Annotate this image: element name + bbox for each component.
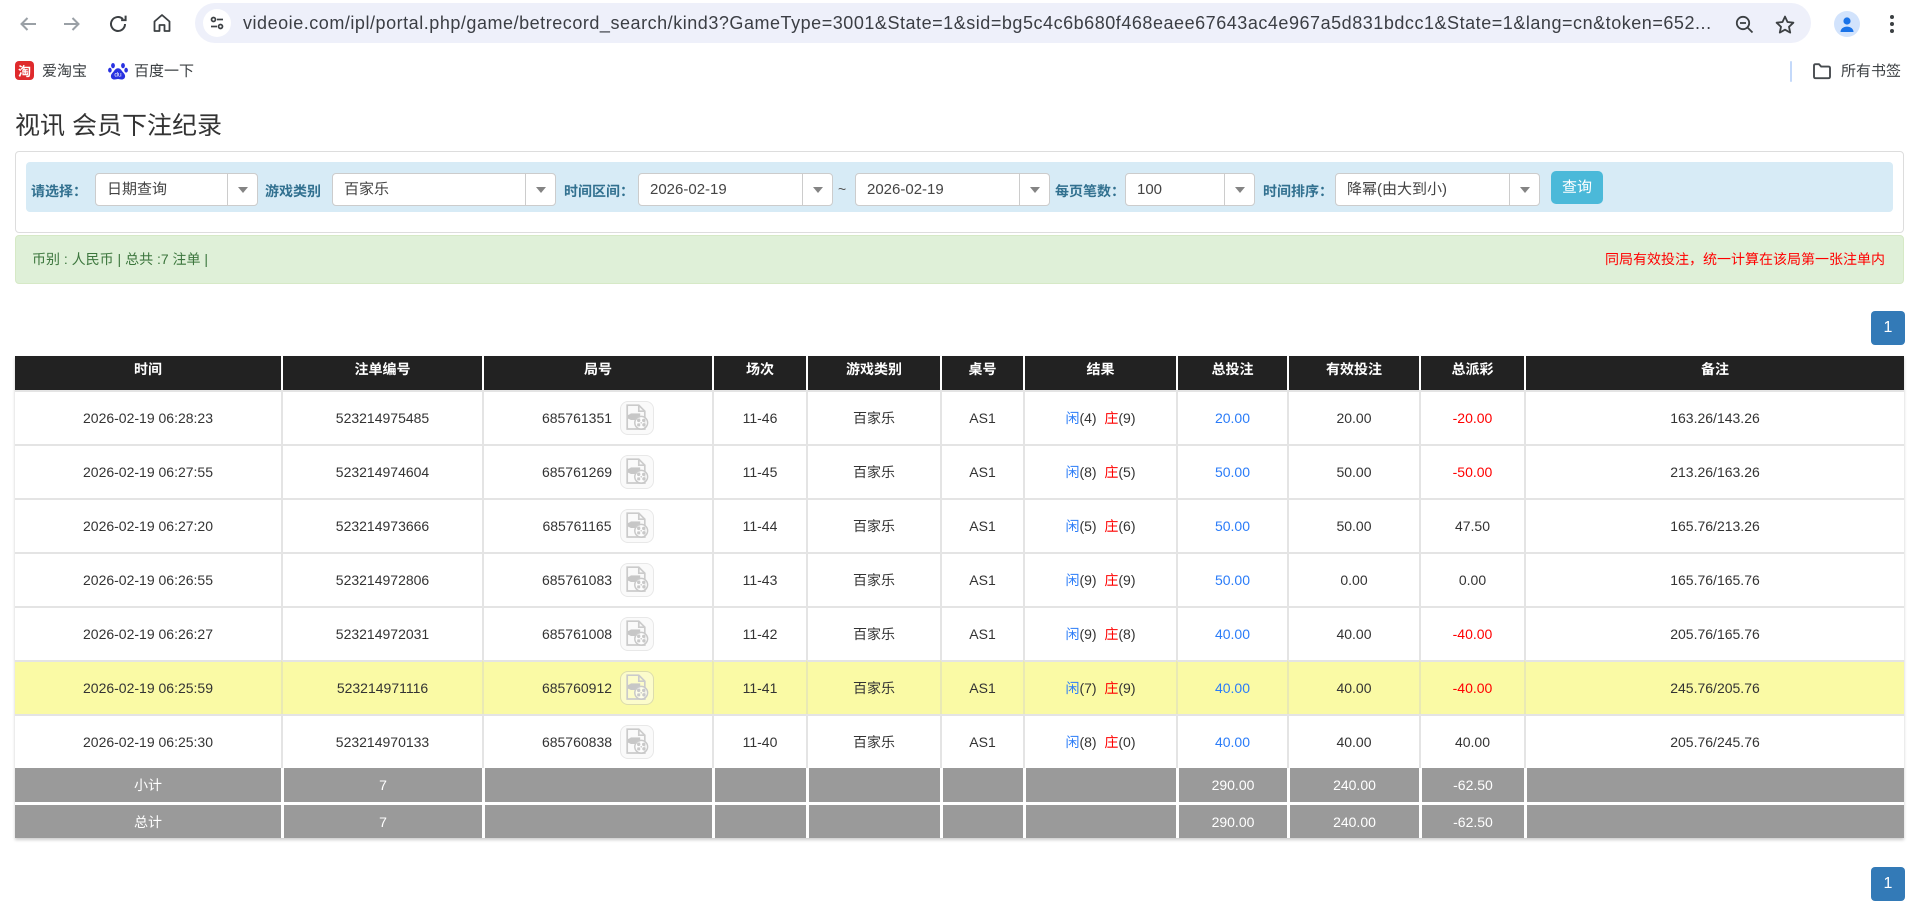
- svg-text:du: du: [114, 71, 122, 78]
